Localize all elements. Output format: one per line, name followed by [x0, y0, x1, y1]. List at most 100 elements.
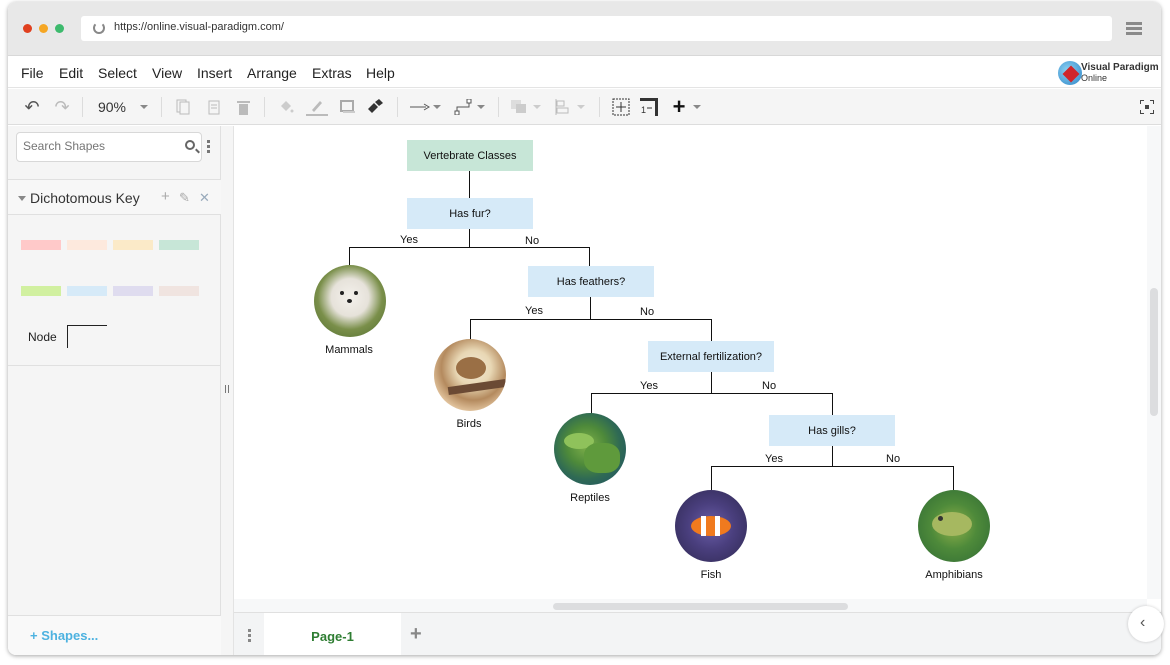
edit-icon[interactable]: ✎ [179, 190, 190, 206]
toolbar: ↶ ↷ 90% 1 + [8, 89, 1161, 125]
vertical-scroll-thumb[interactable] [1150, 288, 1158, 416]
copy-button[interactable] [175, 97, 191, 117]
search-shapes[interactable] [16, 132, 202, 162]
format-painter-button[interactable] [366, 97, 384, 117]
collapse-arrow-icon[interactable] [18, 196, 26, 201]
shape-swatch-rose[interactable] [159, 286, 199, 296]
menu-select[interactable]: Select [98, 65, 137, 81]
menu-insert[interactable]: Insert [197, 65, 232, 81]
shape-swatch-lime[interactable] [21, 286, 61, 296]
page-bar: Page-1 + [234, 612, 1161, 655]
waypoint-button[interactable] [454, 97, 472, 117]
leaf-fish: Fish [700, 569, 722, 581]
minimize-dot[interactable] [39, 24, 48, 33]
visual-paradigm-logo: Visual Paradigm Online [1056, 60, 1161, 86]
redo-button[interactable]: ↷ [52, 97, 72, 117]
fish-image[interactable] [675, 490, 747, 562]
menu-arrange[interactable]: Arrange [247, 65, 297, 81]
question-has-fur[interactable]: Has fur? [407, 198, 533, 229]
question-has-feathers[interactable]: Has feathers? [528, 266, 654, 297]
diagram-canvas[interactable]: Vertebrate Classes Has fur? Yes No Mamma… [234, 126, 1147, 599]
tab-page-1[interactable]: Page-1 [264, 613, 401, 655]
brush-icon [368, 99, 383, 113]
leaf-mammals: Mammals [325, 344, 373, 356]
svg-text:1: 1 [641, 105, 646, 115]
no-label: No [886, 453, 901, 465]
reptile-image[interactable] [554, 413, 626, 485]
mammal-image[interactable] [314, 265, 386, 337]
delete-button[interactable] [236, 97, 250, 117]
waypoint-dropdown[interactable] [476, 97, 486, 117]
menu-help[interactable]: Help [366, 65, 395, 81]
page-menu-icon[interactable] [248, 629, 251, 644]
amphibian-image[interactable] [918, 490, 990, 562]
search-icon[interactable] [185, 140, 195, 150]
browser-menu-icon[interactable] [1126, 22, 1142, 35]
line-color-button[interactable] [306, 97, 328, 117]
address-bar[interactable]: https://online.visual-paradigm.com/ [81, 16, 1112, 41]
add-page-button[interactable]: + [410, 623, 422, 646]
horizontal-scroll-thumb[interactable] [553, 603, 848, 610]
shape-swatch-blue[interactable] [67, 286, 107, 296]
undo-button[interactable]: ↶ [22, 97, 42, 117]
fit-icon [612, 98, 630, 116]
node-shape-label[interactable]: Node [28, 330, 57, 344]
yes-label: Yes [400, 234, 418, 246]
reload-icon[interactable] [93, 22, 105, 34]
more-options-icon[interactable] [207, 140, 211, 156]
leaf-birds: Birds [456, 418, 482, 430]
shape-swatch-green[interactable] [159, 240, 199, 250]
menu-view[interactable]: View [152, 65, 182, 81]
sidebar-resize-handle[interactable] [221, 126, 234, 655]
shadow-button[interactable] [340, 97, 356, 117]
leaf-amphibians: Amphibians [925, 569, 983, 581]
shape-swatch-yellow[interactable] [113, 240, 153, 250]
browser-bar: https://online.visual-paradigm.com/ [8, 2, 1161, 56]
insert-button[interactable]: + [671, 94, 687, 119]
more-shapes-button[interactable]: + Shapes... [8, 615, 221, 655]
close-icon[interactable]: ✕ [199, 190, 210, 206]
close-dot[interactable] [23, 24, 32, 33]
zoom-level[interactable]: 90% [96, 97, 128, 117]
align-dropdown[interactable] [576, 97, 586, 117]
section-title: Dichotomous Key [30, 190, 140, 206]
shadow-icon [340, 100, 355, 113]
elbow-connector-icon [454, 99, 472, 115]
add-shape-icon[interactable]: + [161, 188, 170, 205]
collapse-panel-button[interactable]: ‹ [1128, 606, 1164, 642]
menu-extras[interactable]: Extras [312, 65, 352, 81]
question-external-fertilization[interactable]: External fertilization? [648, 341, 774, 372]
page-width-icon: 1 [640, 98, 658, 116]
page-width-button[interactable]: 1 [640, 97, 658, 117]
arrange-dropdown[interactable] [532, 97, 542, 117]
node-connector-shape[interactable] [67, 325, 107, 348]
arrange-button[interactable] [510, 97, 528, 117]
connector-style-button[interactable] [410, 97, 430, 117]
fit-page-button[interactable] [612, 97, 630, 117]
search-input[interactable] [23, 139, 173, 153]
menu-file[interactable]: File [21, 65, 44, 81]
paste-icon [208, 100, 220, 114]
shape-swatch-red[interactable] [21, 240, 61, 250]
shape-swatch-lavender[interactable] [113, 286, 153, 296]
menu-edit[interactable]: Edit [59, 65, 83, 81]
zoom-dropdown[interactable] [138, 97, 150, 117]
bird-image[interactable] [434, 339, 506, 411]
paste-button[interactable] [207, 97, 221, 117]
maximize-dot[interactable] [55, 24, 64, 33]
shape-swatch-peach[interactable] [67, 240, 107, 250]
fullscreen-button[interactable] [1139, 97, 1155, 117]
chevron-down-icon [140, 105, 148, 109]
arrow-right-icon [410, 103, 430, 111]
root-node[interactable]: Vertebrate Classes [407, 140, 533, 171]
copy-icon [176, 99, 190, 115]
connector-style-dropdown[interactable] [432, 97, 442, 117]
question-has-gills[interactable]: Has gills? [769, 415, 895, 446]
section-dichotomous-key[interactable]: Dichotomous Key + ✎ ✕ [8, 179, 221, 215]
align-button[interactable] [554, 97, 570, 117]
fill-color-button[interactable] [278, 97, 294, 117]
insert-dropdown[interactable] [692, 97, 702, 117]
leaf-reptiles: Reptiles [570, 492, 610, 504]
shapes-sidebar: Dichotomous Key + ✎ ✕ Node + Shapes... [8, 126, 221, 655]
logo-text: Visual Paradigm [1081, 62, 1159, 73]
